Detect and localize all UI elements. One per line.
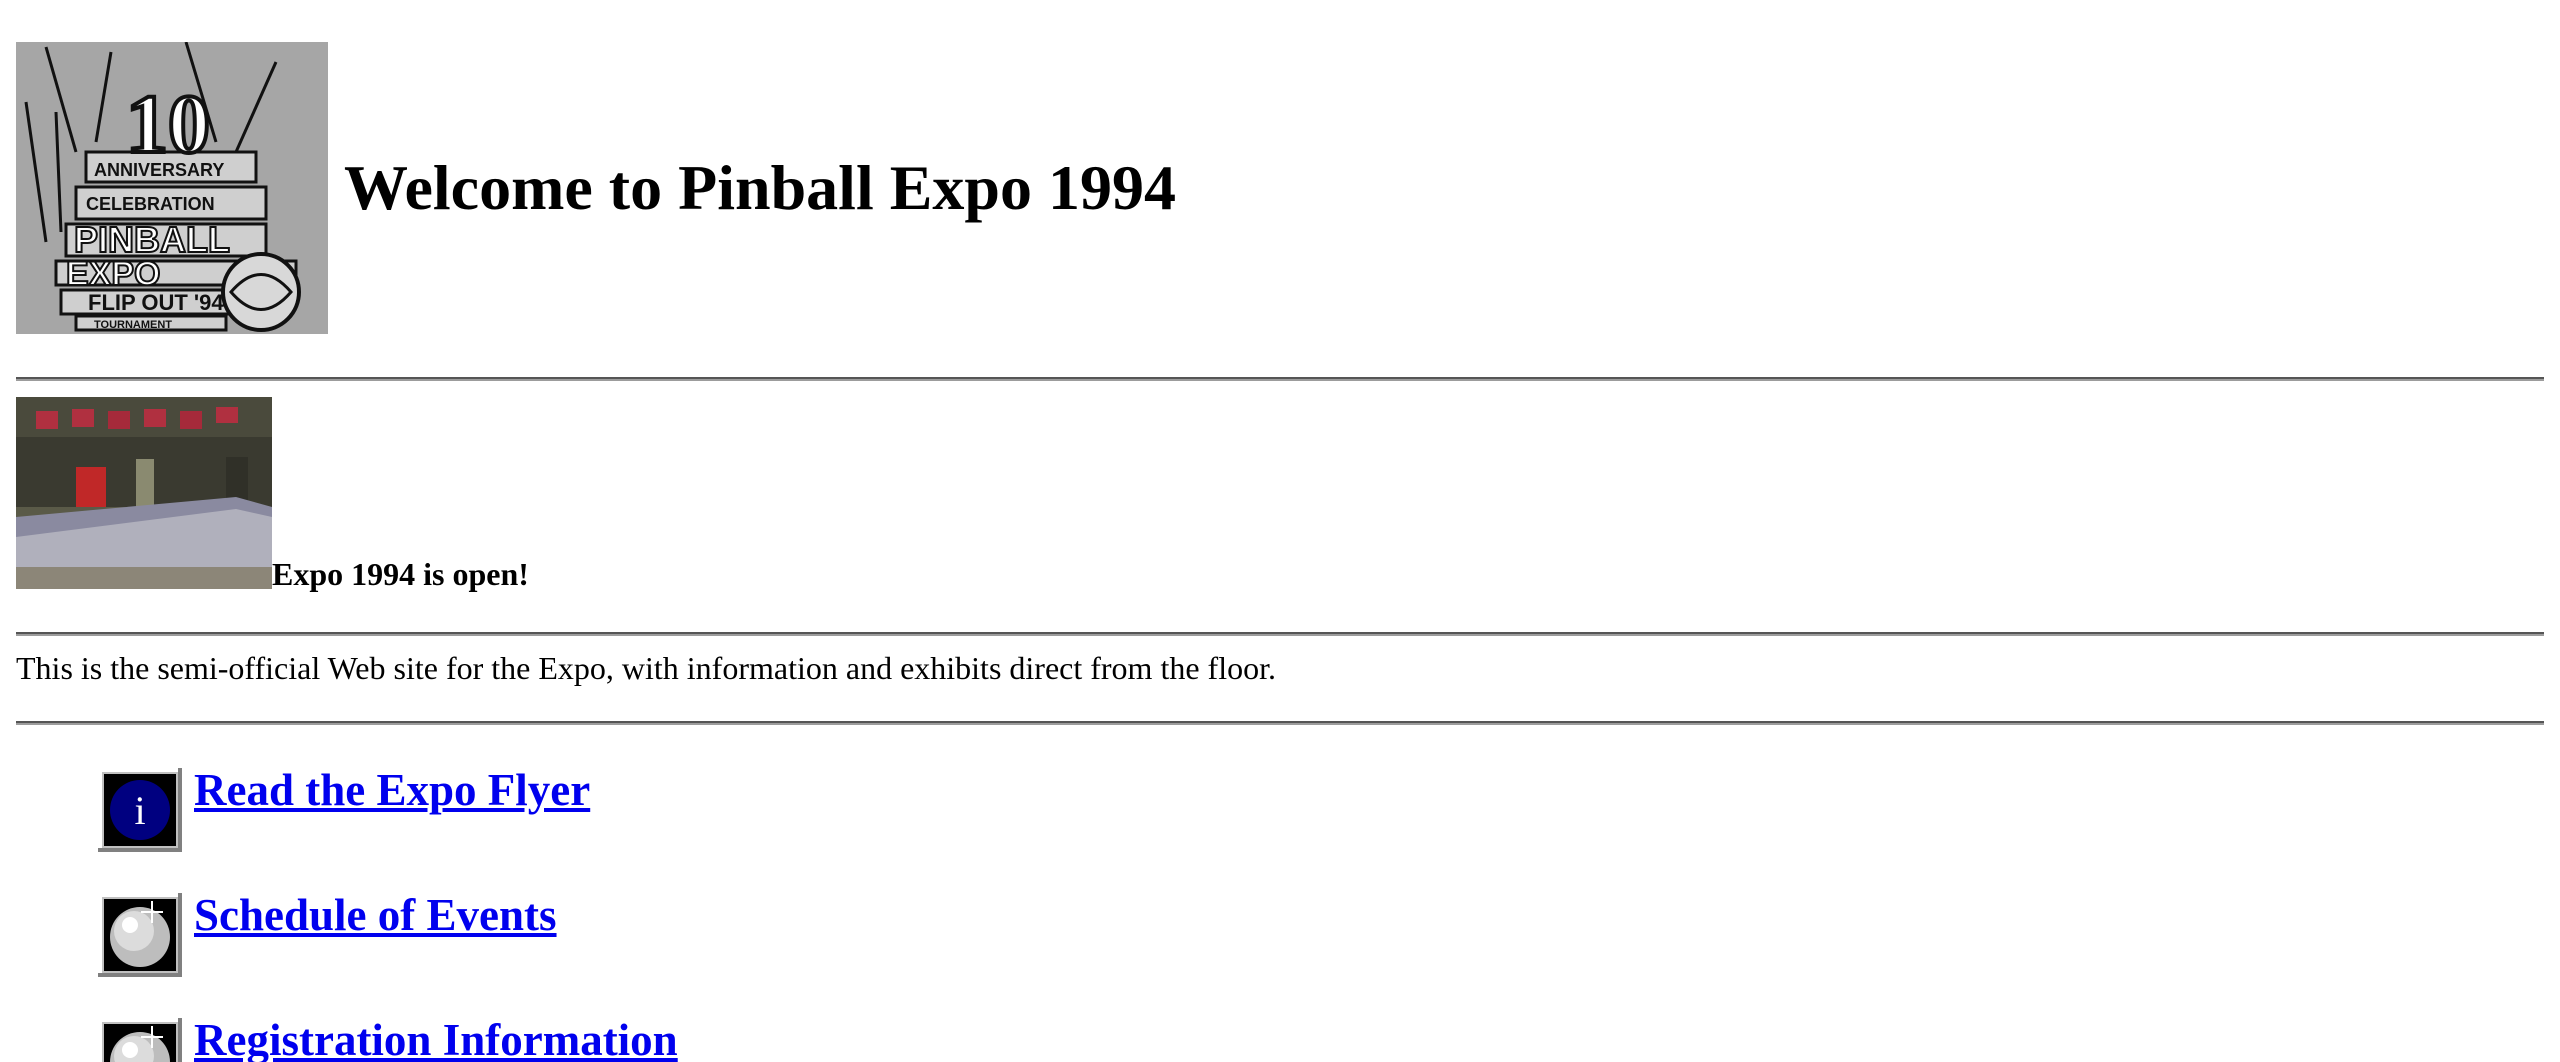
logo-line-5: FLIP OUT '94 bbox=[88, 290, 224, 315]
link-expo-flyer[interactable]: Read the Expo Flyer bbox=[194, 768, 590, 813]
logo-number: 10 bbox=[126, 78, 210, 171]
page-header: 10 ANNIVERSARY CELEBRATION PINBALL EXPO … bbox=[16, 42, 1176, 334]
divider bbox=[16, 721, 2544, 725]
list-item-schedule: Schedule of Events bbox=[98, 893, 557, 977]
expo-logo: 10 ANNIVERSARY CELEBRATION PINBALL EXPO … bbox=[16, 42, 328, 334]
logo-line-3: PINBALL bbox=[74, 219, 230, 260]
logo-line-4: EXPO bbox=[66, 255, 160, 293]
link-schedule[interactable]: Schedule of Events bbox=[194, 893, 557, 938]
expo-floor-photo bbox=[16, 397, 272, 589]
list-item-expo-flyer: i Read the Expo Flyer bbox=[98, 768, 590, 852]
divider bbox=[16, 632, 2544, 636]
logo-line-2: CELEBRATION bbox=[86, 194, 215, 214]
logo-line-1: ANNIVERSARY bbox=[94, 160, 224, 180]
pinball-icon[interactable] bbox=[98, 1018, 182, 1062]
page-title: Welcome to Pinball Expo 1994 bbox=[344, 152, 1176, 223]
intro-text: This is the semi-official Web site for t… bbox=[16, 650, 1276, 686]
svg-text:i: i bbox=[134, 788, 145, 833]
link-registration[interactable]: Registration Information bbox=[194, 1018, 678, 1062]
pinball-icon[interactable] bbox=[98, 893, 182, 977]
list-item-registration: Registration Information bbox=[98, 1018, 678, 1062]
info-icon[interactable]: i bbox=[98, 768, 182, 852]
divider bbox=[16, 377, 2544, 381]
logo-line-6: TOURNAMENT bbox=[94, 319, 172, 331]
announcement-text: Expo 1994 is open! bbox=[272, 556, 529, 592]
